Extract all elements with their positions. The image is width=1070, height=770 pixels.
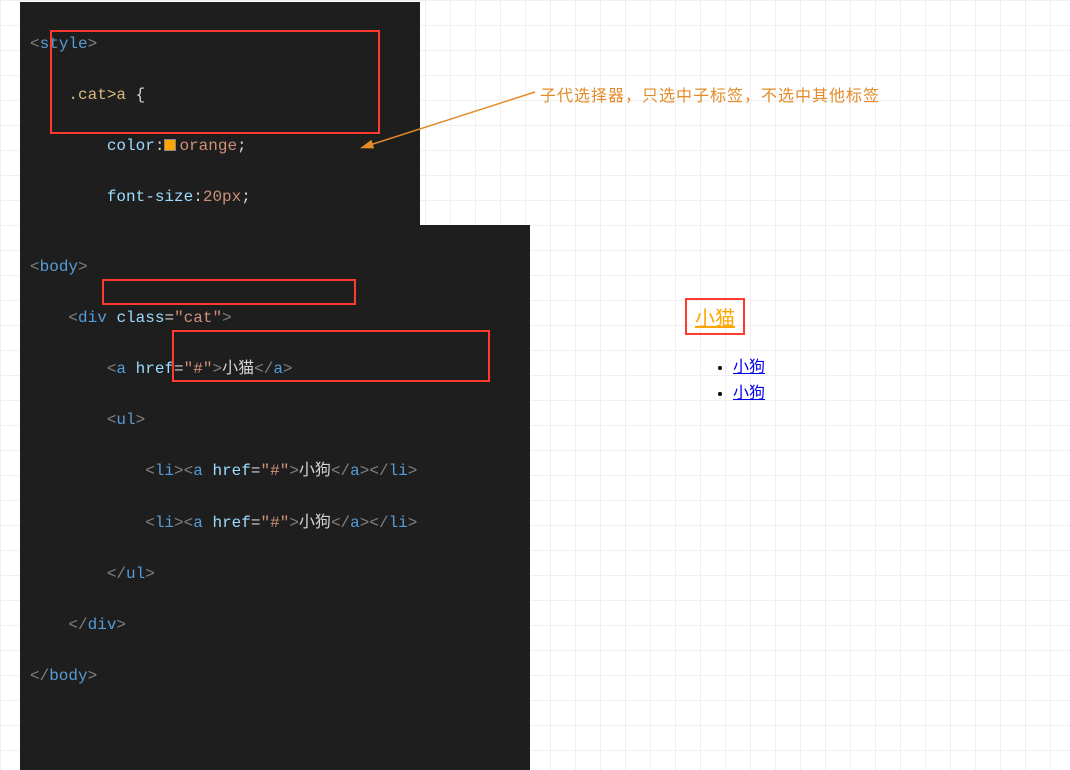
angle-bracket: </ xyxy=(30,667,49,685)
angle-bracket: > xyxy=(289,462,299,480)
punct: ; xyxy=(241,188,251,206)
tag-name: div xyxy=(88,616,117,634)
angle-bracket: > xyxy=(88,667,98,685)
preview-cat-link[interactable]: 小猫 xyxy=(685,298,745,335)
punct: : xyxy=(155,137,165,155)
text-content: 小狗 xyxy=(299,462,331,480)
angle-bracket: </ xyxy=(331,514,350,532)
tag-name: a xyxy=(350,462,360,480)
css-property: font-size xyxy=(107,188,193,206)
punct: : xyxy=(193,188,203,206)
attr-name: href xyxy=(136,360,174,378)
tag-name: ul xyxy=(126,565,145,583)
angle-bracket: > xyxy=(360,462,370,480)
preview-dog-link[interactable]: 小狗 xyxy=(733,385,765,402)
quote: " xyxy=(280,514,290,532)
punct: = xyxy=(164,309,174,327)
annotation-text: 子代选择器，只选中子标签，不选中其他标签 xyxy=(540,82,880,106)
angle-bracket: </ xyxy=(107,565,126,583)
angle-bracket: > xyxy=(283,360,293,378)
angle-bracket: > xyxy=(136,411,146,429)
css-value: orange xyxy=(179,137,237,155)
angle-bracket: < xyxy=(184,462,194,480)
tag-name: body xyxy=(40,258,78,276)
angle-bracket: > xyxy=(88,35,98,53)
attr-name: href xyxy=(212,462,250,480)
preview-list: 小狗 小狗 xyxy=(693,353,765,403)
space xyxy=(126,360,136,378)
tag-name: div xyxy=(78,309,107,327)
tag-name: a xyxy=(273,360,283,378)
angle-bracket: > xyxy=(145,565,155,583)
quote: " xyxy=(212,309,222,327)
attr-name: href xyxy=(212,514,250,532)
css-property: color xyxy=(107,137,155,155)
quote: " xyxy=(260,514,270,532)
angle-bracket: < xyxy=(107,411,117,429)
text-content: 小狗 xyxy=(299,514,331,532)
angle-bracket: </ xyxy=(331,462,350,480)
quote: " xyxy=(260,462,270,480)
angle-bracket: < xyxy=(184,514,194,532)
tag-name: a xyxy=(116,360,126,378)
list-item: 小狗 xyxy=(733,379,765,403)
angle-bracket: < xyxy=(107,360,117,378)
angle-bracket: > xyxy=(222,309,232,327)
brace: { xyxy=(136,86,146,104)
text-content: 小猫 xyxy=(222,360,254,378)
angle-bracket: > xyxy=(360,514,370,532)
tag-name: ul xyxy=(116,411,135,429)
space xyxy=(107,309,117,327)
quote: " xyxy=(174,309,184,327)
attr-value: # xyxy=(270,462,280,480)
body-code-block: <body> <div class="cat"> <a href="#">小猫<… xyxy=(20,225,530,770)
angle-bracket: > xyxy=(289,514,299,532)
space xyxy=(203,514,213,532)
punct: = xyxy=(174,360,184,378)
tag-name: body xyxy=(49,667,87,685)
list-item: 小狗 xyxy=(733,353,765,377)
angle-bracket: > xyxy=(78,258,88,276)
angle-bracket: < xyxy=(30,258,40,276)
css-selector: .cat>a xyxy=(68,86,135,104)
attr-value: cat xyxy=(184,309,213,327)
attr-value: # xyxy=(193,360,203,378)
highlight-box xyxy=(102,279,356,305)
angle-bracket: < xyxy=(30,35,40,53)
angle-bracket: > xyxy=(116,616,126,634)
tag-name: style xyxy=(40,35,88,53)
preview-dog-link[interactable]: 小狗 xyxy=(733,359,765,376)
attr-name: class xyxy=(116,309,164,327)
tag-name: a xyxy=(350,514,360,532)
render-preview: 小猫 小狗 小狗 xyxy=(685,298,765,405)
punct: ; xyxy=(237,137,247,155)
attr-value: # xyxy=(270,514,280,532)
angle-bracket: > xyxy=(212,360,222,378)
angle-bracket: </ xyxy=(254,360,273,378)
tag-name: a xyxy=(193,462,203,480)
angle-bracket: </ xyxy=(68,616,87,634)
css-value: 20px xyxy=(203,188,241,206)
quote: " xyxy=(280,462,290,480)
tag-name: a xyxy=(193,514,203,532)
punct: = xyxy=(251,514,261,532)
quote: " xyxy=(184,360,194,378)
color-swatch-icon xyxy=(164,139,176,151)
angle-bracket: < xyxy=(68,309,78,327)
